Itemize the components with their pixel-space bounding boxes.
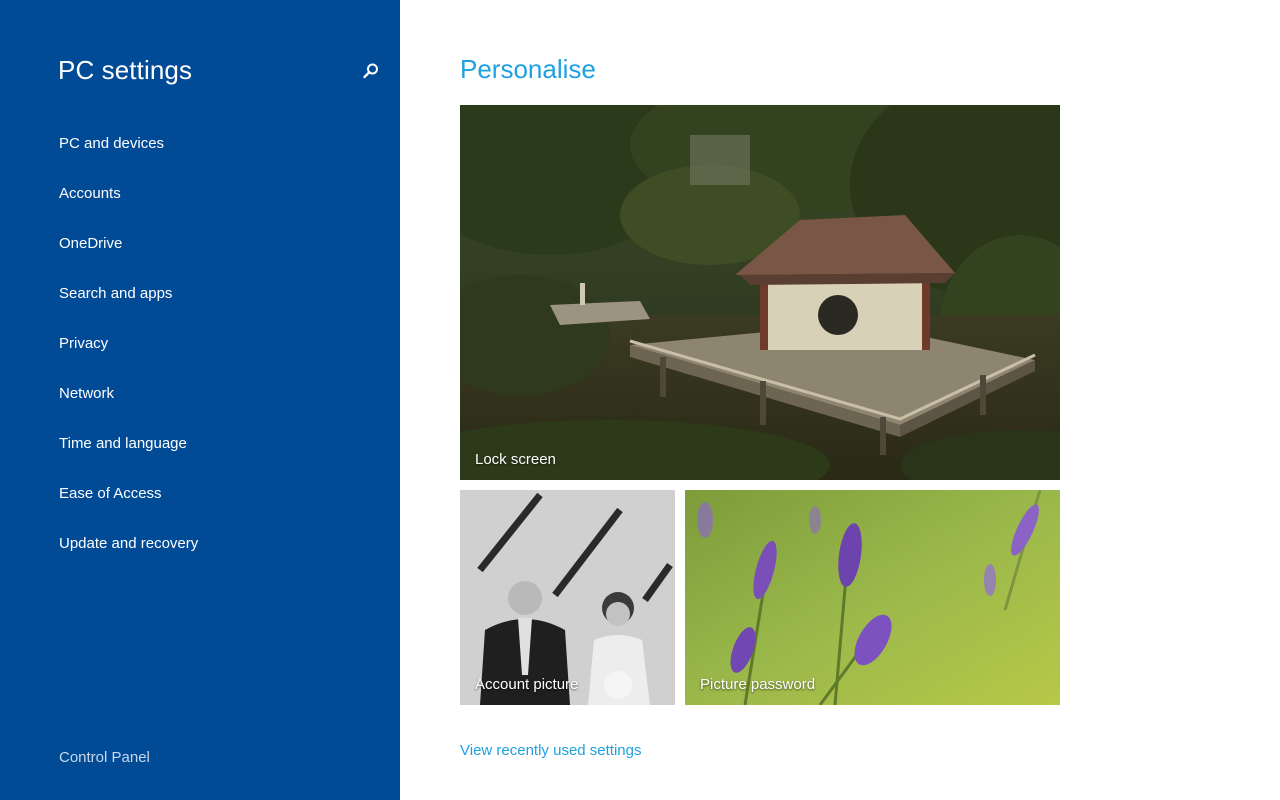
lock-screen-label: Lock screen <box>475 451 556 468</box>
picture-password-image <box>685 490 1060 705</box>
sidebar-item-time-and-language[interactable]: Time and language <box>0 426 400 476</box>
sidebar-item-label: Search and apps <box>59 285 173 302</box>
sidebar-item-update-and-recovery[interactable]: Update and recovery <box>0 526 400 576</box>
pc-settings-window: PC settings PC and devices Accounts OneD… <box>0 0 1280 800</box>
sidebar-item-label: Update and recovery <box>59 535 199 552</box>
sidebar-item-accounts[interactable]: Accounts <box>0 176 400 226</box>
view-recent-settings-link[interactable]: View recently used settings <box>460 742 642 759</box>
sidebar-item-network[interactable]: Network <box>0 376 400 426</box>
sidebar-item-privacy[interactable]: Privacy <box>0 326 400 376</box>
lock-screen-image <box>460 105 1060 480</box>
account-picture-label: Account picture <box>475 676 579 693</box>
sidebar-nav: PC and devices Accounts OneDrive Search … <box>0 126 400 576</box>
sidebar-item-label: Network <box>59 385 115 402</box>
page-title: Personalise <box>460 54 596 84</box>
control-panel-link[interactable]: Control Panel <box>59 749 150 766</box>
account-picture-image <box>460 490 675 705</box>
sidebar-item-label: PC and devices <box>59 135 165 152</box>
picture-password-label: Picture password <box>700 676 816 693</box>
app-title: PC settings <box>58 55 193 85</box>
search-button[interactable] <box>356 56 386 86</box>
sidebar: PC settings PC and devices Accounts OneD… <box>0 0 400 800</box>
account-picture-tile[interactable]: Account picture <box>460 490 675 705</box>
sidebar-item-label: Time and language <box>59 435 187 452</box>
sidebar-item-label: Accounts <box>59 185 121 202</box>
sidebar-item-search-and-apps[interactable]: Search and apps <box>0 276 400 326</box>
sidebar-item-label: Privacy <box>59 335 109 352</box>
picture-password-tile[interactable]: Picture password <box>685 490 1060 705</box>
sidebar-item-label: OneDrive <box>59 235 123 252</box>
search-icon <box>363 63 378 79</box>
lock-screen-tile[interactable]: Lock screen <box>460 105 1060 480</box>
sidebar-item-onedrive[interactable]: OneDrive <box>0 226 400 276</box>
sidebar-item-pc-and-devices[interactable]: PC and devices <box>0 126 400 176</box>
sidebar-item-ease-of-access[interactable]: Ease of Access <box>0 476 400 526</box>
sidebar-item-label: Ease of Access <box>59 485 162 502</box>
